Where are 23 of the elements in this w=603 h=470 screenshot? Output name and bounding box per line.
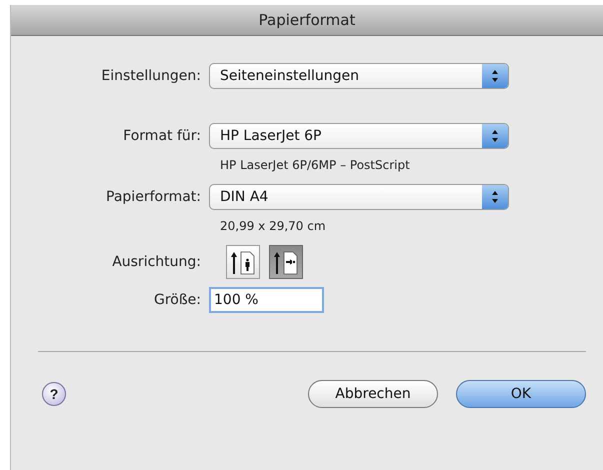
info-text: HP LaserJet 6P/6MP – PostScript	[219, 158, 411, 172]
stepper-icon	[482, 185, 508, 209]
popup-menu[interactable]: DIN A4	[209, 184, 509, 210]
cancel-button[interactable]: Abbrechen	[308, 380, 438, 408]
ok-button[interactable]: OK	[456, 380, 586, 408]
popup-value: HP LaserJet 6P	[220, 128, 322, 144]
window-title: Papierformat	[258, 11, 356, 29]
field-label: Ausrichtung:	[111, 254, 201, 270]
stepper-icon	[482, 124, 508, 148]
orientation-button[interactable]	[269, 245, 303, 279]
field-label: Papierformat:	[105, 189, 201, 205]
orientation-button[interactable]	[226, 245, 260, 279]
info-text: 20,99 x 29,70 cm	[219, 219, 327, 233]
size-field[interactable]: 100 %	[209, 287, 324, 313]
stepper-icon	[482, 64, 508, 88]
popup-menu[interactable]: Seiteneinstellungen	[209, 63, 509, 89]
field-label: Format für:	[122, 128, 201, 144]
field-label: Größe:	[152, 292, 201, 308]
field-label: Einstellungen:	[100, 68, 201, 84]
popup-value: Seiteneinstellungen	[220, 68, 360, 84]
help-button[interactable]: ?	[42, 382, 66, 406]
popup-value: DIN A4	[220, 189, 270, 205]
popup-menu[interactable]: HP LaserJet 6P	[209, 123, 509, 149]
